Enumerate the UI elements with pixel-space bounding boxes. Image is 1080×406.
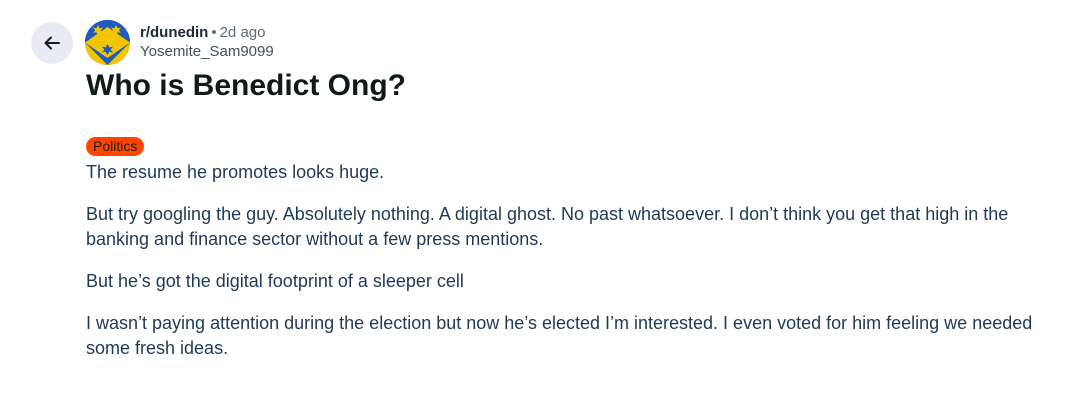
back-button[interactable] bbox=[31, 22, 73, 64]
subreddit-link[interactable]: r/dunedin bbox=[140, 24, 208, 41]
post-meta: r/dunedin • 2d ago Yosemite_Sam9099 bbox=[140, 23, 274, 61]
post-body: The resume he promotes looks huge. But t… bbox=[86, 160, 1071, 378]
post-flair[interactable]: Politics bbox=[86, 137, 145, 156]
post-paragraph: The resume he promotes looks huge. bbox=[86, 162, 385, 182]
post-paragraph: But try googling the guy. Absolutely not… bbox=[86, 204, 1009, 249]
arrow-left-icon bbox=[44, 36, 60, 50]
post-paragraph: But he’s got the digital footprint of a … bbox=[86, 271, 464, 291]
author-link[interactable]: Yosemite_Sam9099 bbox=[140, 42, 274, 61]
post-page: r/dunedin • 2d ago Yosemite_Sam9099 Who is… bbox=[0, 0, 1080, 406]
subreddit-avatar-icon[interactable] bbox=[85, 20, 130, 65]
post-paragraph: I wasn’t paying attention during the ele… bbox=[86, 313, 1033, 358]
meta-separator: • bbox=[211, 24, 217, 41]
post-title: Who is Benedict Ong? bbox=[86, 69, 406, 102]
post-age: 2d ago bbox=[219, 24, 266, 41]
post-meta-row: r/dunedin • 2d ago bbox=[140, 23, 274, 42]
